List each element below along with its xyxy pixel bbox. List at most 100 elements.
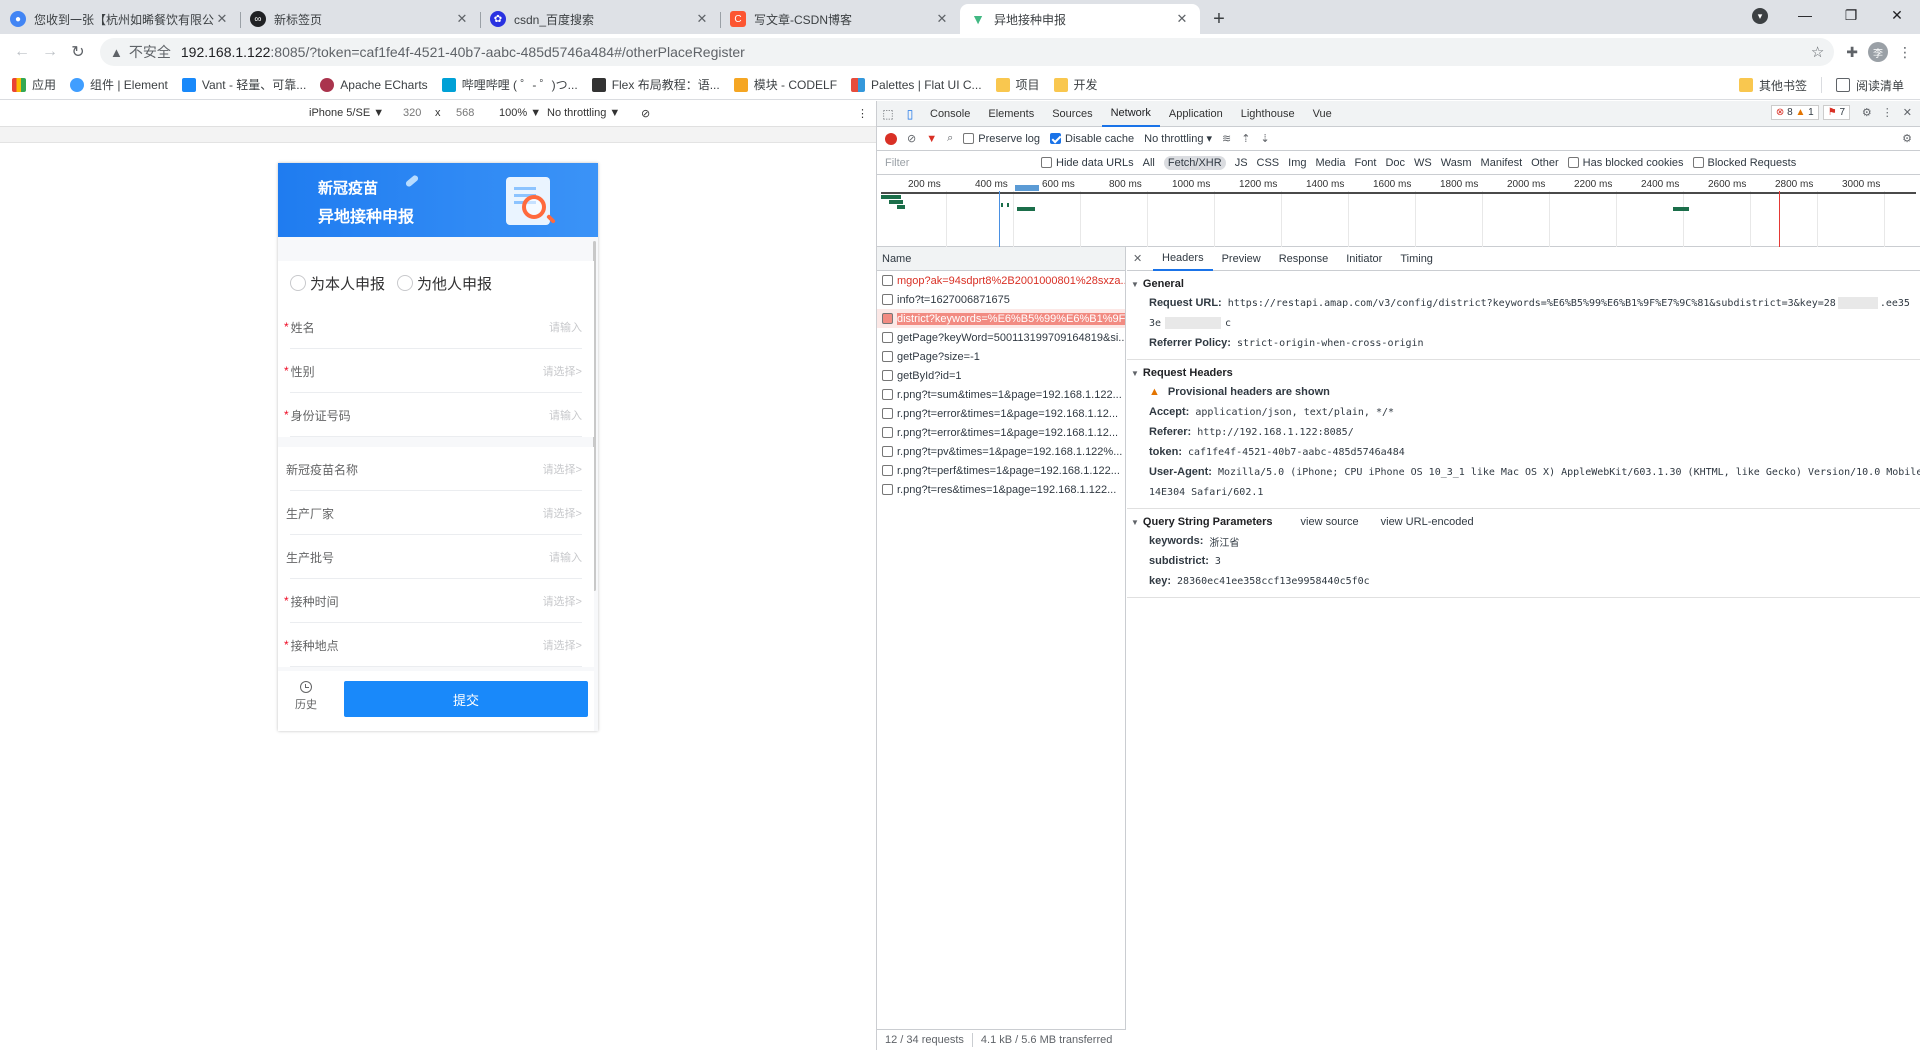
disable-cache-checkbox[interactable]: Disable cache [1050, 133, 1134, 145]
bookmark-codelf[interactable]: 模块 - CODELF [733, 76, 837, 93]
view-url-encoded-link[interactable]: view URL-encoded [1381, 516, 1474, 528]
request-row[interactable]: r.png?t=res&times=1&page=192.168.1.122..… [877, 480, 1125, 499]
name-column-header[interactable]: Name [877, 247, 1125, 271]
browser-tab[interactable]: ● 您收到一张【杭州如晞餐饮有限公司】 ✕ [0, 4, 240, 34]
preserve-log-checkbox[interactable]: Preserve log [963, 133, 1040, 145]
bookmark-folder-project[interactable]: 项目 [995, 76, 1040, 93]
window-close-icon[interactable]: ✕ [1874, 0, 1920, 30]
record-icon[interactable] [885, 132, 897, 145]
id-number-field[interactable]: * 身份证号码 请输入 [278, 393, 594, 437]
request-row[interactable]: r.png?t=sum&times=1&page=192.168.1.122..… [877, 385, 1125, 404]
reading-list[interactable]: 阅读清单 [1835, 77, 1904, 94]
bookmark-vant[interactable]: Vant - 轻量、可靠... [181, 76, 306, 93]
zoom-select[interactable]: 100% ▼ [499, 107, 541, 119]
tab-initiator[interactable]: Initiator [1337, 247, 1391, 271]
request-row[interactable]: r.png?t=error&times=1&page=192.168.1.12.… [877, 404, 1125, 423]
request-row[interactable]: getById?id=1 [877, 366, 1125, 385]
close-devtools-icon[interactable]: ✕ [1903, 106, 1912, 119]
bookmark-flex[interactable]: Flex 布局教程：语... [591, 76, 720, 93]
filter-manifest[interactable]: Manifest [1481, 157, 1523, 169]
device-toggle-icon[interactable]: ▯ [899, 103, 921, 125]
tab-lighthouse[interactable]: Lighthouse [1232, 101, 1304, 127]
bookmark-apps[interactable]: 应用 [12, 76, 56, 93]
restore-icon[interactable]: ❐ [1828, 0, 1874, 30]
close-icon[interactable]: ✕ [694, 11, 710, 27]
throttle-select[interactable]: No throttling ▼ [547, 107, 620, 119]
minimize-icon[interactable]: — [1782, 0, 1828, 30]
reload-icon[interactable]: ↻ [64, 38, 92, 66]
request-row[interactable]: getPage?size=-1 [877, 347, 1125, 366]
device-height-input[interactable]: 568 [456, 107, 474, 119]
browser-tab-active[interactable]: ▼ 异地接种申报 ✕ [960, 4, 1200, 34]
request-row[interactable]: getPage?keyWord=500113199709164819&si... [877, 328, 1125, 347]
vaccine-name-field[interactable]: 新冠疫苗名称 请选择> [278, 447, 594, 491]
filter-all[interactable]: All [1143, 157, 1155, 169]
download-icon[interactable]: ⇣ [1260, 132, 1269, 145]
hide-data-urls-checkbox[interactable]: Hide data URLs [1041, 157, 1134, 169]
close-icon[interactable]: ✕ [934, 11, 950, 27]
section-toggle[interactable]: ▼ Query String Parameters view source view … [1127, 513, 1920, 531]
manufacturer-field[interactable]: 生产厂家 请选择> [278, 491, 594, 535]
filter-img[interactable]: Img [1288, 157, 1306, 169]
filter-fetch-xhr[interactable]: Fetch/XHR [1163, 155, 1226, 170]
search-icon[interactable]: ⌕ [947, 132, 953, 145]
gender-field[interactable]: * 性别 请选择> [278, 349, 594, 393]
address-bar[interactable]: ▲ 不安全 192.168.1.122 :8085/?token=caf1fe4… [100, 38, 1835, 66]
throttling-select[interactable]: No throttling ▾ [1144, 132, 1212, 145]
filter-doc[interactable]: Doc [1385, 157, 1405, 169]
name-field[interactable]: * 姓名 请输入 [278, 305, 594, 349]
radio-self[interactable]: 为本人申报 [290, 273, 385, 294]
vaccination-time-field[interactable]: * 接种时间 请选择> [278, 579, 594, 623]
close-icon[interactable]: ✕ [1174, 11, 1190, 27]
filter-funnel-icon[interactable]: ▼ [926, 133, 937, 145]
batch-number-field[interactable]: 生产批号 请输入 [278, 535, 594, 579]
filter-js[interactable]: JS [1235, 157, 1248, 169]
rotate-icon[interactable]: ⊘ [641, 107, 650, 120]
vaccination-place-field[interactable]: * 接种地点 请选择> [278, 623, 594, 667]
tab-response[interactable]: Response [1270, 247, 1338, 271]
forward-arrow-icon[interactable]: → [36, 38, 64, 66]
filter-css[interactable]: CSS [1257, 157, 1280, 169]
request-row[interactable]: r.png?t=pv&times=1&page=192.168.1.122%..… [877, 442, 1125, 461]
tab-vue[interactable]: Vue [1304, 101, 1341, 127]
tab-preview[interactable]: Preview [1213, 247, 1270, 271]
bookmark-palettes[interactable]: Palettes | Flat UI C... [851, 77, 982, 92]
tab-sources[interactable]: Sources [1043, 101, 1101, 127]
filter-input[interactable]: Filter [882, 154, 1032, 172]
tab-elements[interactable]: Elements [979, 101, 1043, 127]
close-detail-icon[interactable]: ✕ [1133, 252, 1153, 265]
issues-count[interactable]: ⚑ 7 [1822, 105, 1850, 120]
browser-tab[interactable]: ∞ 新标签页 ✕ [240, 4, 480, 34]
tab-headers[interactable]: Headers [1153, 247, 1213, 271]
network-overview[interactable]: 200 ms 400 ms 600 ms 800 ms 1000 ms 1200… [877, 175, 1920, 247]
avatar[interactable]: 李 [1868, 42, 1888, 62]
bookmark-echarts[interactable]: Apache ECharts [320, 77, 428, 92]
new-tab-button[interactable]: + [1204, 4, 1234, 34]
upload-icon[interactable]: ⇡ [1241, 132, 1250, 145]
network-settings-gear-icon[interactable]: ⚙ [1902, 132, 1912, 145]
browser-tab[interactable]: C 写文章-CSDN博客 ✕ [720, 4, 960, 34]
view-source-link[interactable]: view source [1301, 516, 1359, 528]
request-row[interactable]: r.png?t=perf&times=1&page=192.168.1.122.… [877, 461, 1125, 480]
history-button[interactable]: 历史 [294, 681, 318, 712]
device-width-input[interactable]: 320 [403, 107, 421, 119]
issue-counters[interactable]: ⊗ 8 ▲ 1 ⚑ 7 [1770, 105, 1850, 120]
bookmark-element[interactable]: 组件 | Element [70, 76, 168, 93]
filter-media[interactable]: Media [1316, 157, 1346, 169]
request-row[interactable]: r.png?t=error&times=1&page=192.168.1.12.… [877, 423, 1125, 442]
radio-other[interactable]: 为他人申报 [397, 273, 492, 294]
tab-network[interactable]: Network [1101, 101, 1160, 127]
filter-wasm[interactable]: Wasm [1441, 157, 1472, 169]
clear-icon[interactable]: ⊘ [907, 132, 916, 145]
browser-tab[interactable]: ✿ csdn_百度搜索 ✕ [480, 4, 720, 34]
more-options-icon[interactable]: ⋮ [857, 107, 868, 120]
inspect-icon[interactable]: ⬚ [877, 103, 899, 125]
close-icon[interactable]: ✕ [454, 11, 470, 27]
request-row-selected[interactable]: district?keywords=%E6%B5%99%E6%B1%9F... [877, 309, 1125, 328]
bookmark-bilibili[interactable]: 哔哩哔哩 ( ゜- ゜)つ... [441, 76, 578, 93]
error-count[interactable]: ⊗ 8 ▲ 1 [1770, 105, 1819, 120]
more-icon[interactable]: ⋮ [1882, 106, 1893, 119]
wifi-icon[interactable]: ≋ [1222, 132, 1231, 145]
close-icon[interactable]: ✕ [214, 11, 230, 27]
filter-font[interactable]: Font [1354, 157, 1376, 169]
